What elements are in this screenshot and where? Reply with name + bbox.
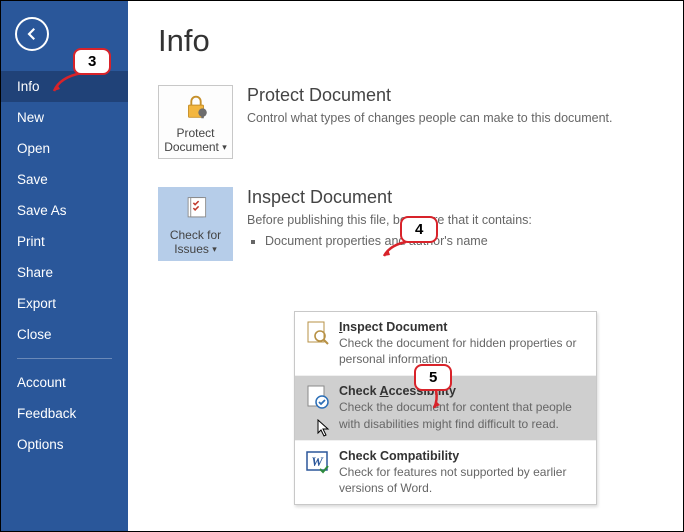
sidebar-item-feedback[interactable]: Feedback xyxy=(1,398,128,429)
inspect-document-icon xyxy=(305,320,331,346)
sidebar-divider xyxy=(17,358,112,359)
dropdown-item-desc: Check for features not supported by earl… xyxy=(339,464,586,496)
protect-section: ProtectDocument ▾ Protect Document Contr… xyxy=(158,85,653,159)
check-issues-label-2: Issues xyxy=(174,242,209,256)
protect-document-button[interactable]: ProtectDocument ▾ xyxy=(158,85,233,159)
annotation-callout-3: 3 xyxy=(73,48,111,75)
svg-text:W: W xyxy=(311,454,324,469)
dropdown-item-title: Check Compatibility xyxy=(339,449,586,463)
page-title: Info xyxy=(158,23,653,59)
sidebar-item-options[interactable]: Options xyxy=(1,429,128,460)
dropdown-item-desc: Check the document for hidden properties… xyxy=(339,335,586,367)
lock-icon xyxy=(180,91,212,123)
protect-button-label-2: Document xyxy=(164,140,219,154)
dropdown-item-title: Inspect Document xyxy=(339,320,586,334)
sidebar-item-export[interactable]: Export xyxy=(1,288,128,319)
document-check-icon xyxy=(180,193,212,225)
accessibility-icon xyxy=(305,384,331,410)
annotation-tail-4 xyxy=(380,240,410,260)
arrow-left-icon xyxy=(23,25,41,43)
inspect-title: Inspect Document xyxy=(247,187,653,208)
chevron-down-icon: ▾ xyxy=(222,142,227,152)
word-compat-icon: W xyxy=(305,449,331,475)
annotation-callout-5: 5 xyxy=(414,364,452,391)
check-issues-label-1: Check for xyxy=(170,228,221,242)
inspect-desc: Before publishing this file, be aware th… xyxy=(247,212,653,230)
back-button[interactable] xyxy=(15,17,49,51)
main-panel: Info ProtectDocument ▾ Protect Document … xyxy=(128,1,683,531)
chevron-down-icon: ▾ xyxy=(212,244,217,254)
mouse-cursor-icon xyxy=(317,419,331,437)
dropdown-item-title: Check Accessibility xyxy=(339,384,586,398)
protect-title: Protect Document xyxy=(247,85,653,106)
sidebar-item-account[interactable]: Account xyxy=(1,367,128,398)
dropdown-item-check-compatibility[interactable]: W Check Compatibility Check for features… xyxy=(295,441,596,504)
sidebar-item-print[interactable]: Print xyxy=(1,226,128,257)
protect-button-label-1: Protect xyxy=(176,126,214,140)
sidebar-item-share[interactable]: Share xyxy=(1,257,128,288)
sidebar-item-save[interactable]: Save xyxy=(1,164,128,195)
sidebar-item-save-as[interactable]: Save As xyxy=(1,195,128,226)
sidebar-item-close[interactable]: Close xyxy=(1,319,128,350)
dropdown-item-desc: Check the document for content that peop… xyxy=(339,399,586,431)
inspect-bullet: Document properties and author's name xyxy=(265,234,653,248)
sidebar-item-new[interactable]: New xyxy=(1,102,128,133)
annotation-callout-4: 4 xyxy=(400,216,438,243)
sidebar-item-open[interactable]: Open xyxy=(1,133,128,164)
protect-desc: Control what types of changes people can… xyxy=(247,110,653,128)
check-for-issues-button[interactable]: Check forIssues ▾ xyxy=(158,187,233,261)
annotation-tail-5 xyxy=(430,388,450,412)
